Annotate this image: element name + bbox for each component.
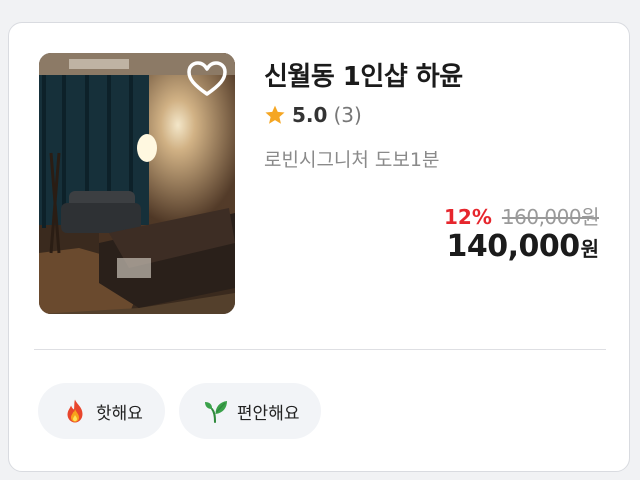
review-count: (3) (333, 103, 362, 127)
star-icon (265, 105, 285, 124)
tag-comfortable[interactable]: 편안해요 (178, 383, 322, 439)
price-row: 140,000 원 (446, 229, 599, 264)
tag-list: 핫해요 편안해요 (38, 383, 335, 439)
fire-icon (67, 399, 83, 423)
discount-rate: 12% (444, 205, 492, 229)
tag-hot[interactable]: 핫해요 (38, 383, 165, 439)
location-text: 로빈시그니처 도보1분 (264, 149, 440, 171)
currency-unit: 원 (580, 237, 599, 261)
original-price: 160,000원 (501, 205, 600, 229)
room-photo[interactable] (39, 53, 235, 314)
discount-row: 12% 160,000원 (444, 201, 599, 230)
listing-card[interactable]: 신월동 1인샵 하윤 5.0 (3) 로빈시그니처 도보1분 12% 160,0… (8, 22, 630, 472)
leaf-sprout-icon (204, 401, 227, 423)
tag-hot-label: 핫해요 (96, 403, 143, 424)
heart-outline-icon[interactable] (185, 59, 229, 99)
listing-title[interactable]: 신월동 1인샵 하윤 (264, 56, 463, 93)
divider (34, 349, 606, 350)
rating: 5.0 (3) (264, 103, 362, 127)
tag-comfortable-label: 편안해요 (236, 403, 300, 424)
sale-price: 140,000 (446, 229, 580, 264)
rating-score: 5.0 (292, 103, 328, 127)
